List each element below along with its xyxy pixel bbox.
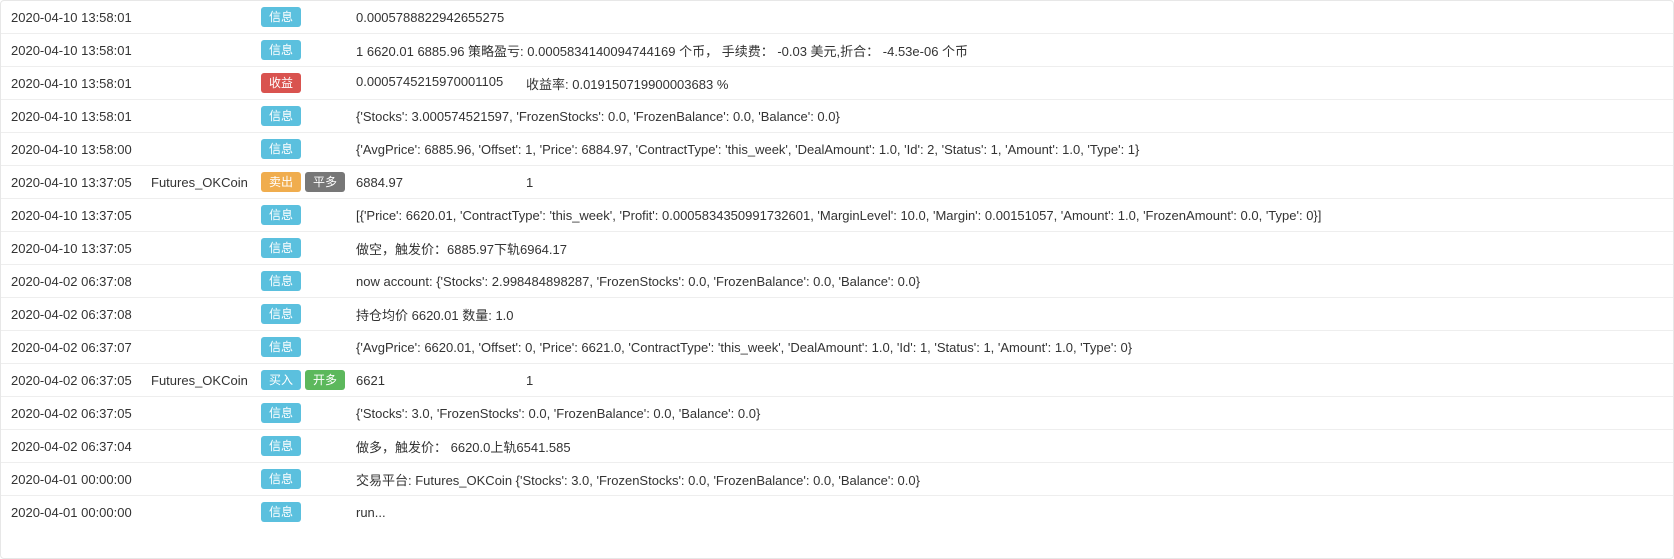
log-msg-value: 6884.97 bbox=[356, 175, 526, 190]
log-msg-value: 0.0005745215970001105 bbox=[356, 74, 526, 93]
log-message: 1 6620.01 6885.96 策略盈亏: 0.00058341400947… bbox=[356, 41, 1663, 60]
log-row: 2020-04-10 13:58:01 收益 0.00057452159700011… bbox=[1, 66, 1673, 99]
tag-info: 信息 bbox=[261, 469, 301, 489]
tag-sell: 卖出 bbox=[261, 172, 301, 192]
log-exchange: Futures_OKCoin bbox=[151, 373, 261, 388]
log-row: 2020-04-02 06:37:04 信息 做多，触发价： 6620.0上轨654… bbox=[1, 429, 1673, 462]
tag-info: 信息 bbox=[261, 7, 301, 27]
log-tags: 信息 bbox=[261, 7, 356, 27]
log-time: 2020-04-10 13:58:01 bbox=[11, 10, 151, 25]
log-row: 2020-04-02 06:37:07 信息 {'AvgPrice': 6620.0… bbox=[1, 330, 1673, 363]
tag-info: 信息 bbox=[261, 271, 301, 291]
log-message: now account: {'Stocks': 2.998484898287, … bbox=[356, 274, 1663, 289]
log-tags: 信息 bbox=[261, 469, 356, 489]
log-message: 持仓均价 6620.01 数量: 1.0 bbox=[356, 305, 1663, 324]
log-row: 2020-04-10 13:37:05 信息 做空，触发价：6885.97下轨696… bbox=[1, 231, 1673, 264]
log-row: 2020-04-02 06:37:08 信息 持仓均价 6620.01 数量: 1.… bbox=[1, 297, 1673, 330]
log-message: 做多，触发价： 6620.0上轨6541.585 bbox=[356, 437, 1663, 456]
log-time: 2020-04-02 06:37:05 bbox=[11, 373, 151, 388]
log-time: 2020-04-02 06:37:08 bbox=[11, 307, 151, 322]
log-tags: 卖出平多 bbox=[261, 172, 356, 192]
tag-buy: 买入 bbox=[261, 370, 301, 390]
log-message: 6884.971 bbox=[356, 175, 1663, 190]
tag-info: 信息 bbox=[261, 436, 301, 456]
log-row: 2020-04-02 06:37:08 信息 now account: {'Stoc… bbox=[1, 264, 1673, 297]
tag-info: 信息 bbox=[261, 238, 301, 258]
log-message: {'AvgPrice': 6885.96, 'Offset': 1, 'Pric… bbox=[356, 142, 1663, 157]
log-msg-extra: 1 bbox=[526, 373, 533, 388]
log-tags: 买入开多 bbox=[261, 370, 356, 390]
log-message: {'AvgPrice': 6620.01, 'Offset': 0, 'Pric… bbox=[356, 340, 1663, 355]
tag-info: 信息 bbox=[261, 205, 301, 225]
log-exchange: Futures_OKCoin bbox=[151, 175, 261, 190]
log-row: 2020-04-02 06:37:05 信息 {'Stocks': 3.0, 'Fr… bbox=[1, 396, 1673, 429]
log-tags: 收益 bbox=[261, 73, 356, 93]
log-row: 2020-04-10 13:58:01 信息 0.00057888229426552… bbox=[1, 1, 1673, 33]
log-message: {'Stocks': 3.000574521597, 'FrozenStocks… bbox=[356, 109, 1663, 124]
tag-close_long: 平多 bbox=[305, 172, 345, 192]
log-tags: 信息 bbox=[261, 139, 356, 159]
log-tags: 信息 bbox=[261, 271, 356, 291]
log-time: 2020-04-10 13:58:01 bbox=[11, 76, 151, 91]
log-time: 2020-04-10 13:58:01 bbox=[11, 43, 151, 58]
tag-info: 信息 bbox=[261, 139, 301, 159]
tag-info: 信息 bbox=[261, 403, 301, 423]
log-msg-extra: 收益率: 0.019150719900003683 % bbox=[526, 74, 728, 93]
log-msg-value: 6621 bbox=[356, 373, 526, 388]
log-time: 2020-04-10 13:37:05 bbox=[11, 175, 151, 190]
log-time: 2020-04-02 06:37:04 bbox=[11, 439, 151, 454]
log-time: 2020-04-02 06:37:07 bbox=[11, 340, 151, 355]
log-tags: 信息 bbox=[261, 502, 356, 522]
log-tags: 信息 bbox=[261, 304, 356, 324]
tag-info: 信息 bbox=[261, 106, 301, 126]
tag-info: 信息 bbox=[261, 337, 301, 357]
log-msg-extra: 1 bbox=[526, 175, 533, 190]
log-tags: 信息 bbox=[261, 436, 356, 456]
log-tags: 信息 bbox=[261, 205, 356, 225]
log-time: 2020-04-02 06:37:08 bbox=[11, 274, 151, 289]
log-message: run... bbox=[356, 505, 1663, 520]
log-message: 0.0005788822942655275 bbox=[356, 10, 1663, 25]
tag-open_long: 开多 bbox=[305, 370, 345, 390]
log-time: 2020-04-01 00:00:00 bbox=[11, 472, 151, 487]
log-row: 2020-04-10 13:58:01 信息 {'Stocks': 3.000574… bbox=[1, 99, 1673, 132]
log-message: 做空，触发价：6885.97下轨6964.17 bbox=[356, 239, 1663, 258]
log-time: 2020-04-10 13:58:00 bbox=[11, 142, 151, 157]
log-tags: 信息 bbox=[261, 106, 356, 126]
log-tags: 信息 bbox=[261, 238, 356, 258]
log-time: 2020-04-02 06:37:05 bbox=[11, 406, 151, 421]
log-row: 2020-04-10 13:37:05 信息 [{'Price': 6620.01,… bbox=[1, 198, 1673, 231]
log-row: 2020-04-10 13:58:01 信息 1 6620.01 6885.96 策… bbox=[1, 33, 1673, 66]
log-time: 2020-04-10 13:37:05 bbox=[11, 241, 151, 256]
log-row: 2020-04-01 00:00:00 信息 交易平台: Futures_OKCoi… bbox=[1, 462, 1673, 495]
log-message: 66211 bbox=[356, 373, 1663, 388]
tag-profit: 收益 bbox=[261, 73, 301, 93]
log-row: 2020-04-02 06:37:05Futures_OKCoin买入开多662… bbox=[1, 363, 1673, 396]
tag-info: 信息 bbox=[261, 502, 301, 522]
log-row: 2020-04-10 13:58:00 信息 {'AvgPrice': 6885.9… bbox=[1, 132, 1673, 165]
log-message: {'Stocks': 3.0, 'FrozenStocks': 0.0, 'Fr… bbox=[356, 406, 1663, 421]
log-time: 2020-04-01 00:00:00 bbox=[11, 505, 151, 520]
log-tags: 信息 bbox=[261, 40, 356, 60]
log-message: 0.0005745215970001105收益率: 0.019150719900… bbox=[356, 74, 1663, 93]
log-message: 交易平台: Futures_OKCoin {'Stocks': 3.0, 'Fr… bbox=[356, 470, 1663, 489]
log-message: [{'Price': 6620.01, 'ContractType': 'thi… bbox=[356, 208, 1663, 223]
log-tags: 信息 bbox=[261, 403, 356, 423]
log-row: 2020-04-10 13:37:05Futures_OKCoin卖出平多688… bbox=[1, 165, 1673, 198]
log-tags: 信息 bbox=[261, 337, 356, 357]
log-time: 2020-04-10 13:37:05 bbox=[11, 208, 151, 223]
tag-info: 信息 bbox=[261, 304, 301, 324]
tag-info: 信息 bbox=[261, 40, 301, 60]
log-row: 2020-04-01 00:00:00 信息 run... bbox=[1, 495, 1673, 528]
log-table: 2020-04-10 13:58:01 信息 0.00057888229426552… bbox=[0, 0, 1674, 559]
log-time: 2020-04-10 13:58:01 bbox=[11, 109, 151, 124]
